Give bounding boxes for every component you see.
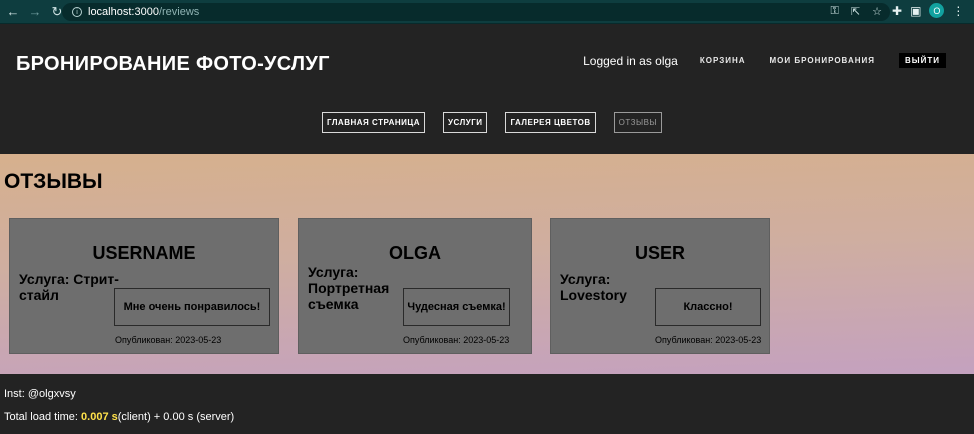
review-card: USER Услуга: Lovestory Классно! Опублико… [550,218,770,354]
review-service: Услуга: Стрит-стайл [19,271,119,303]
review-service: Услуга: Портретная съемка [308,264,390,312]
load-time: Total load time: 0.007 s(client) + 0.00 … [4,411,234,423]
nav-home[interactable]: ГЛАВНАЯ СТРАНИЦА [321,112,426,133]
forward-arrow-icon[interactable]: → [26,3,44,21]
load-time-suffix: (client) + 0.00 s (server) [117,411,235,423]
back-arrow-icon[interactable]: ← [4,3,22,21]
review-date: Опубликован: 2023-05-23 [655,335,762,345]
review-date: Опубликован: 2023-05-23 [115,335,222,345]
logged-in-status: Logged in as olga [583,53,678,68]
my-bookings-link[interactable]: МОИ БРОНИРОВАНИЯ [770,56,875,65]
review-card: OLGA Услуга: Портретная съемка Чудесная … [298,218,532,354]
logout-button[interactable]: ВЫЙТИ [899,53,946,68]
extensions-puzzle-icon[interactable]: ✚ [892,4,902,18]
user-nav: Logged in as olga КОРЗИНА МОИ БРОНИРОВАН… [583,53,946,68]
bookmark-star-icon[interactable]: ☆ [872,5,882,18]
site-footer: Inst: @olgxvsy Total load time: 0.007 s(… [0,374,974,434]
site-title[interactable]: БРОНИРОВАНИЕ ФОТО-УСЛУГ [16,53,330,76]
review-username: OLGA [389,243,441,263]
review-service: Услуга: Lovestory [560,271,627,303]
site-header: БРОНИРОВАНИЕ ФОТО-УСЛУГ Logged in as olg… [0,24,974,154]
menu-kebab-icon[interactable]: ⋮ [952,4,964,18]
key-icon[interactable]: ⚿ [831,5,839,18]
client-load-time: 0.007 s [81,411,118,423]
page-title: ОТЗЫВЫ [4,170,103,193]
review-username: USERNAME [92,243,196,263]
cart-link[interactable]: КОРЗИНА [700,56,746,65]
reviews-section: ОТЗЫВЫ USERNAME Услуга: Стрит-стайл Мне … [0,154,974,374]
review-date: Опубликован: 2023-05-23 [403,335,510,345]
address-bar[interactable]: i localhost:3000/reviews ⚿ ⇱ ☆ [62,3,890,21]
review-card: USERNAME Услуга: Стрит-стайл Мне очень п… [9,218,279,354]
main-nav: ГЛАВНАЯ СТРАНИЦА УСЛУГИ ГАЛЕРЕЯ ЦВЕТОВ О… [0,112,974,133]
url-host: localhost:3000 [88,6,159,18]
review-text: Классно! [655,288,761,326]
nav-reviews[interactable]: ОТЗЫВЫ [613,112,662,133]
load-time-prefix: Total load time: [4,411,82,423]
review-text: Чудесная съемка! [403,288,510,326]
profile-avatar[interactable]: O [929,3,945,18]
instagram-handle: Inst: @olgxvsy [4,388,76,400]
nav-services[interactable]: УСЛУГИ [443,112,488,133]
side-panel-icon[interactable]: ▣ [910,4,921,18]
review-text: Мне очень понравилось! [114,288,270,326]
site-info-icon[interactable]: i [72,7,82,17]
share-icon[interactable]: ⇱ [851,5,860,18]
review-username: USER [634,243,685,263]
browser-toolbar: ← → ↻ i localhost:3000/reviews ⚿ ⇱ ☆ ✚ ▣… [0,0,974,24]
nav-gallery[interactable]: ГАЛЕРЕЯ ЦВЕТОВ [505,112,596,133]
url-path: /reviews [158,6,200,18]
